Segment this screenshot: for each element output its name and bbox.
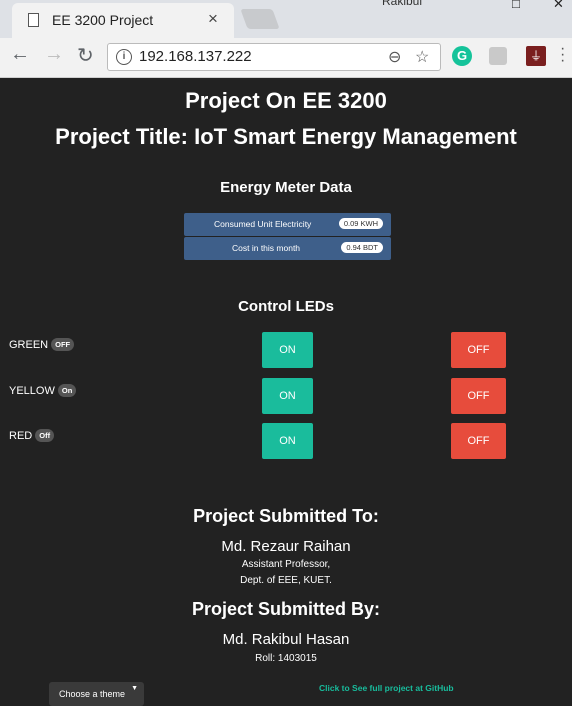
extension-cube-icon[interactable] [489, 47, 507, 65]
meter-label: Cost in this month [232, 243, 301, 253]
supervisor-department: Dept. of EEE, KUET. [240, 575, 332, 586]
zoom-icon[interactable]: ⊖ [388, 47, 401, 67]
github-link[interactable]: Click to See full project at GitHub [319, 683, 454, 693]
browser-menu-icon[interactable]: · · · [560, 41, 565, 69]
green-off-button[interactable]: OFF [451, 332, 506, 368]
yellow-off-button[interactable]: OFF [451, 378, 506, 414]
led-status-badge: Off [35, 429, 55, 442]
page-content: Project On EE 3200 Project Title: IoT Sm… [0, 78, 572, 706]
tab-title: EE 3200 Project [52, 12, 154, 28]
meter-label: Consumed Unit Electricity [214, 219, 312, 229]
led-label-red: RED Off [9, 429, 55, 442]
theme-selector-label: Choose a theme [59, 689, 126, 699]
browser-tab-strip: Rakibul □ ✕ EE 3200 Project × [0, 0, 572, 38]
info-icon[interactable]: i [116, 49, 132, 65]
led-status-badge: On [57, 384, 77, 397]
led-status-badge: OFF [51, 338, 75, 351]
project-title: Project Title: IoT Smart Energy Manageme… [55, 124, 517, 149]
supervisor-position: Assistant Professor, [241, 559, 331, 570]
meter-row-consumed: Consumed Unit Electricity 0.09 KWH [184, 213, 391, 236]
close-window-icon[interactable]: ✕ [553, 0, 564, 12]
browser-tab[interactable]: EE 3200 Project × [12, 3, 234, 38]
led-name: GREEN [9, 339, 49, 351]
project-course-title: Project On EE 3200 [185, 88, 387, 113]
meter-value-badge: 0.09 KWH [338, 218, 383, 229]
back-icon[interactable]: ← [10, 43, 30, 66]
reload-icon[interactable]: ↻ [77, 43, 94, 68]
profile-name[interactable]: Rakibul [382, 0, 422, 8]
led-label-green: GREEN OFF [9, 338, 75, 351]
green-on-button[interactable]: ON [262, 332, 313, 368]
led-name: YELLOW [9, 385, 55, 397]
caret-down-icon: ▼ [131, 685, 138, 692]
meter-row-cost: Cost in this month 0.94 BDT [184, 237, 391, 260]
maximize-icon[interactable]: □ [512, 0, 520, 11]
submitted-to-heading: Project Submitted To: [193, 506, 379, 526]
student-roll: Roll: 1403015 [255, 653, 317, 664]
bookmark-star-icon[interactable]: ☆ [415, 47, 429, 67]
meter-value-badge: 0.94 BDT [341, 242, 383, 253]
led-label-yellow: YELLOW On [9, 384, 77, 397]
led-name: RED [9, 430, 33, 442]
control-leds-heading: Control LEDs [238, 298, 334, 315]
forward-icon[interactable]: → [44, 43, 64, 66]
supervisor-name: Md. Rezaur Raihan [221, 538, 351, 555]
url-text: 192.168.137.222 [139, 48, 252, 65]
grammarly-icon[interactable]: G [452, 46, 472, 66]
tab-close-icon[interactable]: × [208, 9, 218, 29]
student-name: Md. Rakibul Hasan [222, 631, 350, 648]
new-tab-button[interactable] [240, 9, 280, 29]
page-icon [28, 13, 39, 27]
browser-toolbar: ← → ↻ i 192.168.137.222 ⊖ ☆ G ⏚ · · · [0, 38, 572, 78]
theme-selector[interactable]: Choose a theme ▼ [49, 682, 144, 706]
address-bar[interactable]: i 192.168.137.222 ⊖ ☆ [107, 43, 441, 71]
red-on-button[interactable]: ON [262, 423, 313, 459]
submitted-by-heading: Project Submitted By: [191, 599, 381, 619]
pdf-extension-icon[interactable]: ⏚ [526, 46, 546, 66]
yellow-on-button[interactable]: ON [262, 378, 313, 414]
energy-meter-heading: Energy Meter Data [220, 179, 352, 196]
red-off-button[interactable]: OFF [451, 423, 506, 459]
